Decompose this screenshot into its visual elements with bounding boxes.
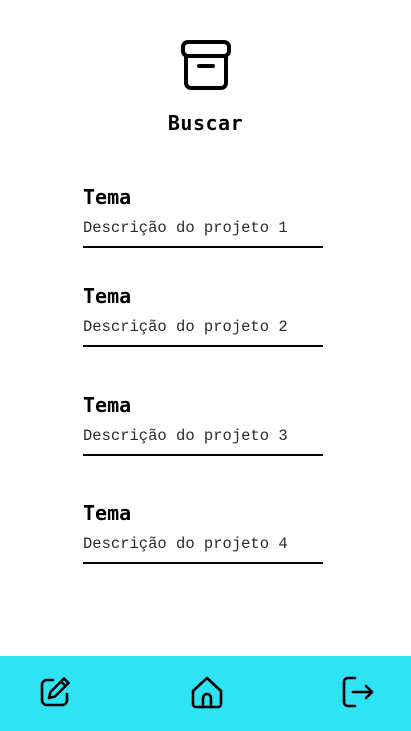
logout-button[interactable]	[341, 675, 375, 709]
project-theme: Tema	[83, 501, 132, 525]
list-item[interactable]: Tema Descrição do projeto 4	[83, 501, 323, 564]
home-button[interactable]	[190, 675, 224, 709]
project-theme: Tema	[83, 393, 132, 417]
divider	[83, 246, 323, 248]
project-description: Descrição do projeto 3	[83, 427, 288, 445]
list-item[interactable]: Tema Descrição do projeto 1	[83, 185, 323, 248]
edit-icon	[40, 677, 70, 707]
logout-icon	[342, 676, 374, 708]
project-description: Descrição do projeto 1	[83, 219, 288, 237]
project-description: Descrição do projeto 2	[83, 318, 288, 336]
project-theme: Tema	[83, 284, 132, 308]
list-item[interactable]: Tema Descrição do projeto 2	[83, 284, 323, 347]
archive-icon	[180, 39, 232, 91]
project-description: Descrição do projeto 4	[83, 535, 288, 553]
divider	[83, 345, 323, 347]
bottom-nav	[0, 656, 411, 731]
project-theme: Tema	[83, 185, 132, 209]
divider	[83, 454, 323, 456]
divider	[83, 562, 323, 564]
list-item[interactable]: Tema Descrição do projeto 3	[83, 393, 323, 456]
home-icon	[191, 676, 223, 709]
edit-button[interactable]	[38, 675, 72, 709]
page-title: Buscar	[167, 111, 244, 135]
